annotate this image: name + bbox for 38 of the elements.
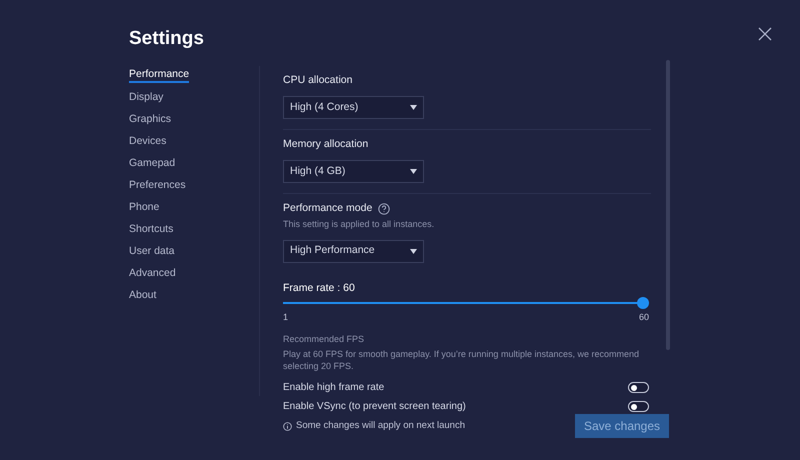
help-icon[interactable] xyxy=(378,203,390,215)
caret-icon xyxy=(410,248,417,254)
slider-label: Frame rate : 60 xyxy=(283,280,355,296)
sidebar-item[interactable]: User data xyxy=(129,242,175,259)
toggle-label: Enable high frame rate xyxy=(283,381,384,396)
sidebar-item[interactable]: Gamepad xyxy=(129,154,176,171)
dropdown[interactable]: High Performance xyxy=(283,240,424,262)
close-icon xyxy=(758,27,772,41)
dropdown[interactable]: High (4 Cores) xyxy=(283,96,424,119)
notice-text: Some changes will apply on next launch xyxy=(296,418,465,433)
setting-label: Memory allocation xyxy=(283,137,368,152)
note-title: Recommended FPS xyxy=(283,332,364,346)
toggle-switch[interactable] xyxy=(628,401,649,412)
note-text: Play at 60 FPS for smooth gameplay. If you’re running multiple instances, we recommend selecting 20 FPS. xyxy=(283,348,640,372)
close-button[interactable] xyxy=(758,26,774,42)
setting-label: Performance mode xyxy=(283,201,372,216)
sidebar-item[interactable]: Phone xyxy=(129,198,160,215)
slider-max-label: 60 xyxy=(638,311,649,324)
sidebar-item[interactable]: Shortcuts xyxy=(129,220,174,237)
toggle-label: Enable VSync (to prevent screen tearing) xyxy=(283,400,466,414)
slider-min-label: 1 xyxy=(283,311,288,324)
sidebar-item[interactable]: Display xyxy=(129,88,164,105)
toggle-switch[interactable] xyxy=(628,382,649,394)
window-title: Settings xyxy=(129,28,204,50)
caret-icon xyxy=(410,105,417,110)
dropdown[interactable]: High (4 GB) xyxy=(283,160,424,183)
sidebar-item[interactable]: Advanced xyxy=(129,264,176,281)
caret-icon xyxy=(410,169,417,174)
hint-text: This setting is applied to all instances. xyxy=(283,218,434,231)
sidebar-item[interactable]: Preferences xyxy=(129,176,186,193)
slider[interactable] xyxy=(283,297,649,310)
sidebar-item[interactable]: About xyxy=(129,286,156,303)
sidebar-item[interactable]: Graphics xyxy=(129,110,172,127)
setting-label: CPU allocation xyxy=(283,73,352,88)
sidebar-item[interactable]: Devices xyxy=(129,132,166,149)
sidebar-item[interactable]: Performance xyxy=(129,66,190,83)
info-icon xyxy=(283,422,292,430)
slider-thumb[interactable] xyxy=(637,297,649,310)
